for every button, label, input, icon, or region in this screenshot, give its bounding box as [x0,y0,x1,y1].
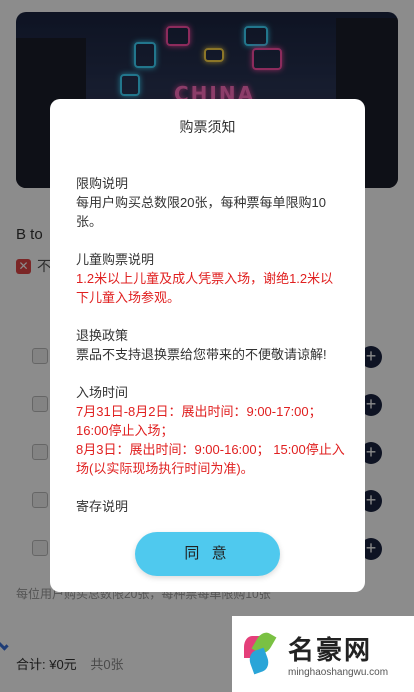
watermark-url: minghaoshangwu.com [288,667,389,678]
notice-section: 寄存说明 [76,497,346,516]
section-heading: 入场时间 [76,385,129,400]
agree-button[interactable]: 同 意 [135,532,280,576]
section-text: 1.2米以上儿童及成人凭票入场，谢绝1.2米以下儿童入场参观。 [76,271,334,305]
notice-section: 儿童购票说明 1.2米以上儿童及成人凭票入场，谢绝1.2米以下儿童入场参观。 [76,250,346,307]
section-heading: 儿童购票说明 [76,252,155,267]
section-text: 每用户购买总数限20张，每种票每单限购10张。 [76,195,326,229]
dialog-content: 限购说明 每用户购买总数限20张，每种票每单限购10张。 儿童购票说明 1.2米… [76,174,346,535]
notice-section: 入场时间 7月31日-8月2日：展出时间：9:00-17:00；16:00停止入… [76,383,346,478]
section-text: 8月3日：展出时间：9:00-16:00； 15:00停止入场(以实际现场执行时… [76,442,345,476]
purchase-notice-dialog: 购票须知 限购说明 每用户购买总数限20张，每种票每单限购10张。 儿童购票说明… [50,99,365,592]
leaf-logo-icon [242,629,280,676]
dialog-title: 购票须知 [179,119,236,135]
section-text: 票品不支持退换票给您带来的不便敬请谅解! [76,347,327,362]
notice-section: 限购说明 每用户购买总数限20张，每种票每单限购10张。 [76,174,346,231]
section-heading: 退换政策 [76,328,129,343]
section-text: 7月31日-8月2日：展出时间：9:00-17:00；16:00停止入场； [76,404,322,438]
section-heading: 限购说明 [76,176,129,191]
site-watermark: 名豪网 minghaoshangwu.com [232,616,414,692]
watermark-name: 名豪网 [288,636,373,666]
notice-section: 退换政策 票品不支持退换票给您带来的不便敬请谅解! [76,326,346,364]
section-heading: 寄存说明 [76,499,129,514]
